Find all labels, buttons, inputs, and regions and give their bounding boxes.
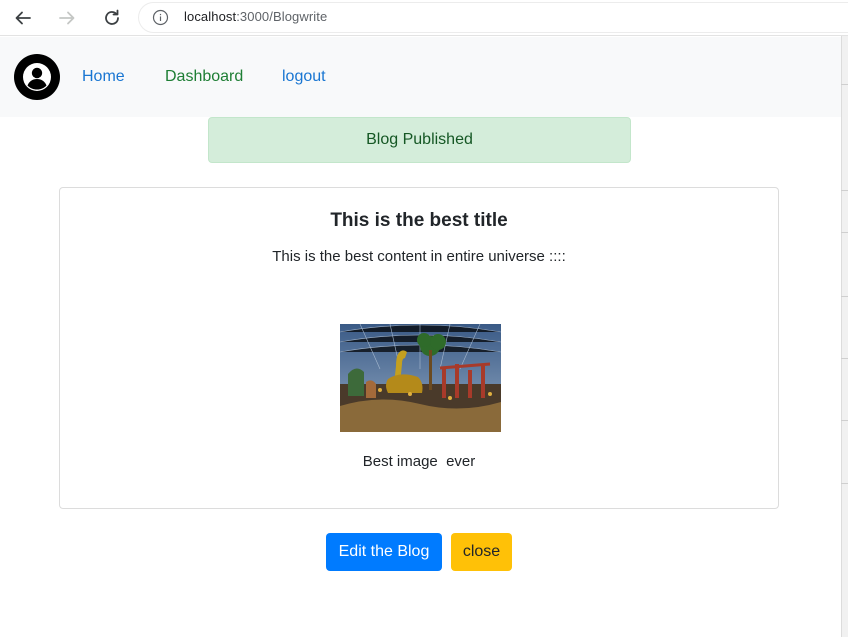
edit-blog-button[interactable]: Edit the Blog (326, 533, 442, 571)
browser-toolbar: localhost:3000/Blogwrite (0, 0, 848, 36)
close-button[interactable]: close (451, 533, 512, 571)
back-arrow-icon (15, 11, 31, 25)
scrollbar-mark (841, 232, 848, 233)
blog-card: This is the best title This is the best … (59, 187, 779, 509)
scrollbar-mark (841, 296, 848, 297)
avatar[interactable] (14, 54, 60, 100)
blog-content: This is the best content in entire unive… (272, 248, 566, 265)
nav-link-logout[interactable]: logout (282, 68, 326, 86)
nav-link-home[interactable]: Home (82, 68, 125, 86)
scrollbar-mark (841, 483, 848, 484)
reload-button[interactable] (98, 4, 126, 32)
scrollbar-mark (841, 84, 848, 85)
url-host: localhost (184, 9, 237, 24)
user-avatar-icon (23, 63, 51, 91)
scrollbar-mark (841, 190, 848, 191)
page-scrollbar[interactable] (841, 36, 848, 637)
scrollbar-mark (841, 358, 848, 359)
success-alert: Blog Published (208, 117, 631, 163)
url-text[interactable]: localhost:3000/Blogwrite (184, 9, 327, 24)
back-button[interactable] (9, 4, 37, 32)
reload-icon (105, 9, 119, 25)
forward-button[interactable] (53, 4, 81, 32)
image-caption: Best image ever (362, 453, 476, 470)
blog-image (340, 324, 501, 432)
forward-arrow-icon (59, 11, 75, 25)
blog-title: This is the best title (330, 210, 508, 231)
url-path: :3000/Blogwrite (236, 9, 328, 24)
app-navbar: Home Dashboard logout (0, 37, 841, 117)
nav-link-dashboard[interactable]: Dashboard (165, 68, 243, 86)
info-icon[interactable] (152, 9, 169, 26)
scrollbar-mark (841, 420, 848, 421)
